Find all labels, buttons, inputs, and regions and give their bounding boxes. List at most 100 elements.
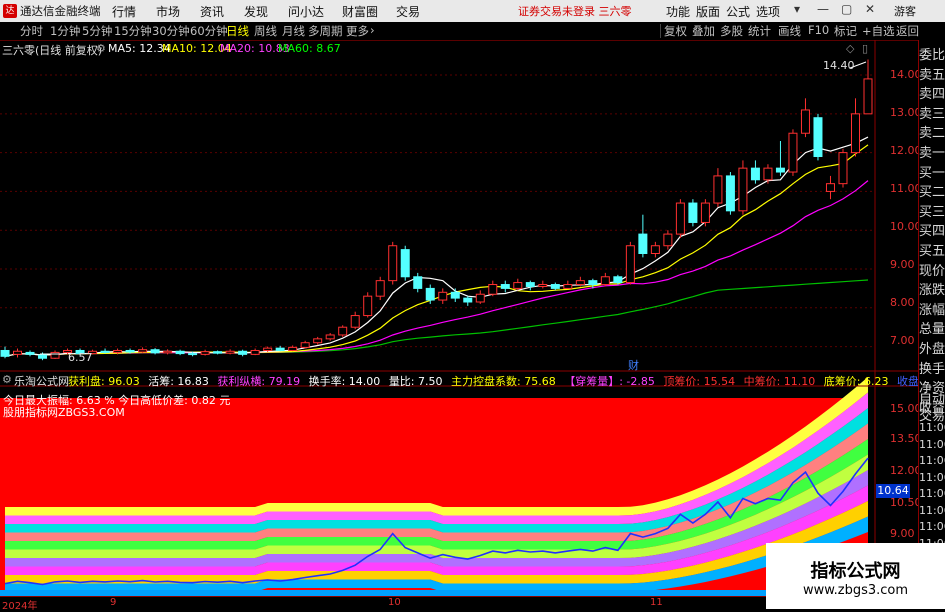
side-panel-item[interactable]: 买四 [919, 220, 945, 239]
candle-body [400, 249, 410, 278]
side-panel-item[interactable]: 外盘 [919, 338, 945, 357]
maximize-icon[interactable]: ▢ [841, 2, 852, 16]
side-panel-item[interactable]: 买一 [919, 162, 945, 181]
period-tab-more[interactable]: 更多 [346, 23, 369, 39]
side-panel-item[interactable]: 卖一 [919, 142, 945, 161]
menu-item-news[interactable]: 资讯 [200, 3, 224, 20]
menu-item-formula[interactable]: 公式 [726, 3, 750, 20]
time-axis-label: 2024年 [2, 601, 38, 612]
period-tab-monthly[interactable]: 月线 [282, 23, 305, 39]
login-notice[interactable]: 证券交易未登录 三六零 [518, 3, 632, 19]
toolbar-button-mark[interactable]: 标记 [834, 23, 857, 39]
menu-item-ask[interactable]: 问小达 [288, 3, 324, 20]
indicator-settings-icon[interactable]: ⚙ [2, 373, 12, 386]
app-name: 通达信金融终端 [20, 4, 101, 18]
watermark-url: www.zbgs3.com [802, 583, 909, 598]
period-tab-timeshare[interactable]: 分时 [20, 23, 43, 39]
candle-body [725, 175, 735, 212]
toolbar-button-multi-stock[interactable]: 多股 [720, 23, 743, 39]
period-tab-daily[interactable]: 日线 [226, 23, 249, 39]
side-panel-item[interactable]: 总量 [919, 318, 945, 337]
candle-body [313, 338, 323, 344]
side-panel-item[interactable]: 11:06 [919, 520, 945, 533]
candle-body [613, 276, 623, 284]
side-panel-item[interactable]: 卖二 [919, 122, 945, 141]
indicator-axis-tick: 12.00 [890, 464, 922, 477]
toolbar-button-draw[interactable]: 画线 [778, 23, 801, 39]
side-panel-item[interactable]: 买五 [919, 240, 945, 259]
menu-item-functions[interactable]: 功能 [666, 3, 690, 20]
period-tab-1min[interactable]: 1分钟 [50, 23, 80, 39]
toolbar-button-stats[interactable]: 统计 [748, 23, 771, 39]
dropdown-icon[interactable]: ▾ [794, 2, 800, 16]
candle-body [425, 287, 435, 301]
side-panel-item[interactable]: 涨幅 [919, 299, 945, 318]
stat-control: 主力控盘系数: 75.68 [451, 375, 556, 388]
toolbar-button-adjust[interactable]: 复权 [664, 23, 687, 39]
side-panel-item[interactable]: 11:06 [919, 438, 945, 451]
candle-body [25, 351, 35, 355]
period-tab-weekly[interactable]: 周线 [254, 23, 277, 39]
toolbar-button-back[interactable]: 返回 [896, 23, 919, 39]
candle-body [288, 346, 298, 351]
high-price-label: 14.40 [823, 59, 855, 72]
side-panel-item[interactable]: 买二 [919, 181, 945, 200]
side-panel-item[interactable]: 11:06 [919, 454, 945, 467]
candle-body [525, 282, 535, 287]
time-axis-label: 9 [110, 597, 117, 608]
menu-item-market[interactable]: 市场 [156, 3, 180, 20]
stat-turnover: 换手率: 14.00 [308, 375, 381, 388]
side-panel-item[interactable]: 委比 [919, 44, 945, 63]
candle-body [638, 233, 648, 254]
chart-canvas[interactable] [0, 40, 918, 596]
minimize-icon[interactable]: — [817, 2, 829, 16]
candle-body [575, 280, 585, 286]
toolbar-button-f10[interactable]: F10 [808, 23, 829, 37]
side-panel-item[interactable]: 卖三 [919, 103, 945, 122]
side-panel-item[interactable]: 涨跌 [919, 279, 945, 298]
toolbar-button-overlay[interactable]: 叠加 [692, 23, 715, 39]
indicator-axis-tick: 9.00 [890, 527, 915, 540]
candle-body [588, 280, 598, 286]
indicator-axis-tick: 15.00 [890, 402, 922, 415]
guest-label[interactable]: 游客 [894, 3, 916, 19]
side-panel-item[interactable]: 11:06 [919, 504, 945, 517]
candle-body [388, 245, 398, 282]
candle-body [225, 350, 235, 354]
close-icon[interactable]: ✕ [865, 2, 875, 16]
period-tab-multi[interactable]: 多周期 [308, 23, 343, 39]
menu-item-wealth[interactable]: 财富圈 [342, 3, 378, 20]
side-panel-item[interactable]: 现价 [919, 260, 945, 279]
price-axis-tick: 8.00 [890, 296, 915, 309]
menu-item-discover[interactable]: 发现 [244, 3, 268, 20]
period-tab-15min[interactable]: 15分钟 [114, 23, 152, 39]
side-panel-item[interactable]: 换手 [919, 358, 945, 377]
candle-body [38, 354, 48, 359]
financial-marker[interactable]: 财 [628, 357, 639, 373]
side-panel-item[interactable]: 11:06 [919, 471, 945, 484]
candle-body [650, 245, 660, 254]
period-tab-30min[interactable]: 30分钟 [152, 23, 190, 39]
current-value-badge: 10.64 [876, 484, 910, 498]
menu-item-trade[interactable]: 交易 [396, 3, 420, 20]
side-panel-item[interactable]: 买三 [919, 201, 945, 220]
menu-item-quotes[interactable]: 行情 [112, 3, 136, 20]
menu-item-layout[interactable]: 版面 [696, 3, 720, 20]
stat-profit: 获利盘: 96.03 [68, 375, 140, 388]
period-tab-60min[interactable]: 60分钟 [190, 23, 228, 39]
chevron-right-icon[interactable]: › [370, 23, 375, 37]
candle-body [100, 350, 110, 353]
period-tab-5min[interactable]: 5分钟 [82, 23, 112, 39]
side-panel-item[interactable]: 卖四 [919, 83, 945, 102]
toolbar-button-add-watchlist[interactable]: +自选 [862, 23, 895, 39]
side-panel-item[interactable]: 11:06 [919, 421, 945, 434]
price-axis-tick: 13.00 [890, 106, 922, 119]
candle-body [0, 349, 10, 357]
stat-mid-price: 中筹价: 11.10 [743, 375, 816, 388]
stat-active: 活筹: 16.83 [148, 375, 209, 388]
candle-body [300, 342, 310, 348]
menu-item-options[interactable]: 选项 [756, 3, 780, 20]
side-panel-item[interactable]: 11:06 [919, 487, 945, 500]
candle-body [738, 167, 748, 212]
side-panel-item[interactable]: 卖五 [919, 64, 945, 83]
